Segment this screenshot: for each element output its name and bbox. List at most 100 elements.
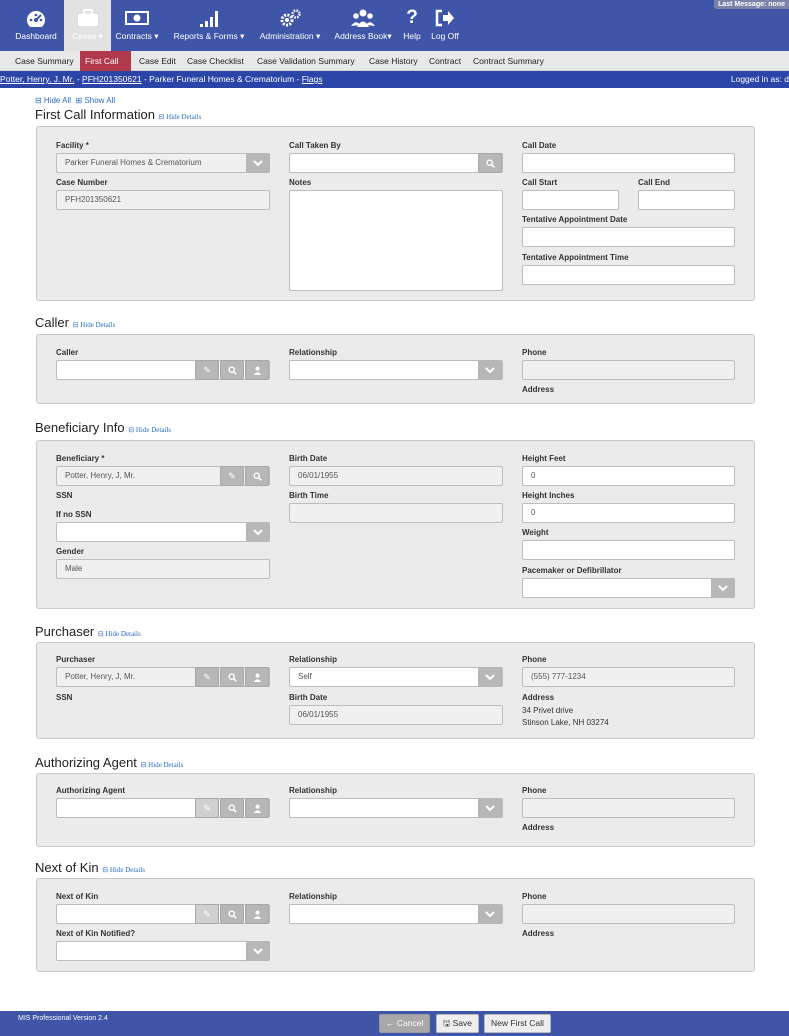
kin-address-label: Address — [522, 929, 555, 938]
call-taken-by-input[interactable] — [289, 153, 503, 173]
last-message-badge: Last Message: none — [714, 0, 789, 9]
chevron-down-icon[interactable] — [246, 941, 270, 961]
beneficiary-panel: Beneficiary * Potter, Henry, J, Mr. ✎ SS… — [36, 440, 755, 609]
agent-hide-details[interactable]: ⊟ Hide Details — [141, 761, 184, 769]
nav-cases[interactable]: Cases ▾ — [64, 0, 111, 51]
kin-notified-select[interactable] — [56, 941, 270, 961]
height-inches-input[interactable]: 0 — [522, 503, 735, 523]
tab-case-edit[interactable]: Case Edit — [134, 51, 181, 71]
call-date-input[interactable] — [522, 153, 735, 173]
notes-textarea[interactable] — [289, 190, 503, 291]
caller-section-title: Caller ⊟ Hide Details — [35, 315, 115, 330]
call-taken-by-label: Call Taken By — [289, 141, 341, 150]
flags-link[interactable]: Flags — [302, 74, 323, 84]
add-caller-button[interactable] — [245, 360, 269, 380]
call-start-input[interactable] — [522, 190, 619, 210]
kin-section-title: Next of Kin ⊟ Hide Details — [35, 860, 145, 875]
briefcase-icon — [64, 8, 111, 28]
chevron-down-icon[interactable] — [478, 798, 502, 818]
tentative-time-label: Tentative Appointment Time — [522, 253, 629, 262]
tab-case-checklist[interactable]: Case Checklist — [182, 51, 249, 71]
search-beneficiary-button[interactable] — [245, 466, 269, 486]
tab-case-validation-summary[interactable]: Case Validation Summary — [252, 51, 360, 71]
chevron-down-icon[interactable] — [478, 360, 502, 380]
edit-beneficiary-button[interactable]: ✎ — [220, 466, 244, 486]
case-number-link[interactable]: PFH201350621 — [82, 74, 142, 84]
kin-label: Next of Kin — [56, 892, 99, 901]
height-feet-input[interactable]: 0 — [522, 466, 735, 486]
weight-input[interactable] — [522, 540, 735, 560]
agent-section-title: Authorizing Agent ⊟ Hide Details — [35, 755, 183, 770]
tentative-date-input[interactable] — [522, 227, 735, 247]
search-icon — [227, 672, 237, 682]
chevron-down-icon[interactable] — [246, 522, 270, 542]
kin-relationship-select[interactable] — [289, 904, 503, 924]
edit-purchaser-button[interactable]: ✎ — [195, 667, 219, 687]
if-no-ssn-label: If no SSN — [56, 510, 92, 519]
nav-contracts[interactable]: Contracts ▾ — [111, 0, 163, 51]
chevron-down-icon[interactable] — [478, 904, 502, 924]
kin-phone-field — [522, 904, 735, 924]
agent-relationship-select[interactable] — [289, 798, 503, 818]
search-purchaser-button[interactable] — [220, 667, 244, 687]
purchaser-relationship-label: Relationship — [289, 655, 338, 664]
pacemaker-select[interactable] — [522, 578, 735, 598]
chevron-down-icon[interactable] — [478, 667, 502, 687]
facility-select[interactable]: Parker Funeral Homes & Crematorium — [56, 153, 270, 173]
show-all-link[interactable]: ⊞ Show All — [76, 96, 116, 105]
edit-caller-button[interactable]: ✎ — [195, 360, 219, 380]
hide-all-link[interactable]: ⊟ Hide All — [35, 96, 71, 105]
add-agent-button[interactable] — [245, 798, 269, 818]
nav-help[interactable]: ? Help — [400, 0, 424, 51]
if-no-ssn-select[interactable] — [56, 522, 270, 542]
add-purchaser-button[interactable] — [245, 667, 269, 687]
kin-title-text: Next of Kin — [35, 860, 99, 875]
nav-administration[interactable]: Administration ▾ — [255, 0, 325, 51]
caller-relationship-select[interactable] — [289, 360, 503, 380]
nav-log-off[interactable]: Log Off — [430, 0, 460, 51]
beneficiary-hide-details[interactable]: ⊟ Hide Details — [128, 426, 171, 434]
user-icon — [253, 804, 261, 813]
chevron-down-icon[interactable] — [246, 153, 270, 173]
tab-contract[interactable]: Contract — [424, 51, 466, 71]
pencil-icon: ✎ — [203, 671, 211, 682]
save-button[interactable]: 🖫 Save — [436, 1014, 479, 1033]
purchaser-hide-details[interactable]: ⊟ Hide Details — [98, 630, 141, 638]
caller-hide-details[interactable]: ⊟ Hide Details — [73, 321, 116, 329]
search-caller-button[interactable] — [220, 360, 244, 380]
cancel-button[interactable]: ← Cancel — [379, 1014, 431, 1033]
purchaser-relationship-select[interactable]: Self — [289, 667, 503, 687]
case-person-link[interactable]: Potter, Henry, J. Mr. — [0, 74, 74, 84]
hide-show-controls: ⊟ Hide All ⊞ Show All — [35, 96, 115, 105]
call-start-label: Call Start — [522, 178, 558, 187]
search-icon — [485, 158, 495, 168]
tab-case-history[interactable]: Case History — [364, 51, 423, 71]
search-kin-button[interactable] — [220, 904, 244, 924]
first-call-section-title: First Call Information ⊟ Hide Details — [35, 107, 201, 122]
user-icon — [253, 366, 261, 375]
first-call-hide-details[interactable]: ⊟ Hide Details — [159, 113, 202, 121]
birth-time-field — [289, 503, 503, 523]
pacemaker-label: Pacemaker or Defibrillator — [522, 566, 622, 575]
tab-case-summary[interactable]: Case Summary — [10, 51, 79, 71]
nav-dashboard[interactable]: Dashboard — [8, 0, 64, 51]
case-subnav: Case Summary First Call Case Edit Case C… — [0, 51, 789, 71]
edit-kin-button[interactable]: ✎ — [195, 904, 219, 924]
tab-contract-summary[interactable]: Contract Summary — [468, 51, 549, 71]
edit-agent-button[interactable]: ✎ — [195, 798, 219, 818]
question-icon: ? — [406, 7, 418, 28]
beneficiary-section-title: Beneficiary Info ⊟ Hide Details — [35, 420, 171, 435]
new-first-call-button[interactable]: New First Call — [484, 1014, 551, 1033]
search-agent-button[interactable] — [220, 798, 244, 818]
chevron-down-icon[interactable] — [711, 578, 735, 598]
call-end-label: Call End — [638, 178, 671, 187]
tab-first-call[interactable]: First Call — [80, 51, 131, 71]
search-button[interactable] — [478, 153, 502, 173]
nav-reports[interactable]: Reports & Forms ▾ — [169, 0, 249, 51]
add-kin-button[interactable] — [245, 904, 269, 924]
tentative-time-input[interactable] — [522, 265, 735, 285]
call-end-input[interactable] — [638, 190, 735, 210]
kin-hide-details[interactable]: ⊟ Hide Details — [102, 866, 145, 874]
nav-address-book[interactable]: Address Book▾ — [330, 0, 396, 51]
kin-relationship-label: Relationship — [289, 892, 338, 901]
